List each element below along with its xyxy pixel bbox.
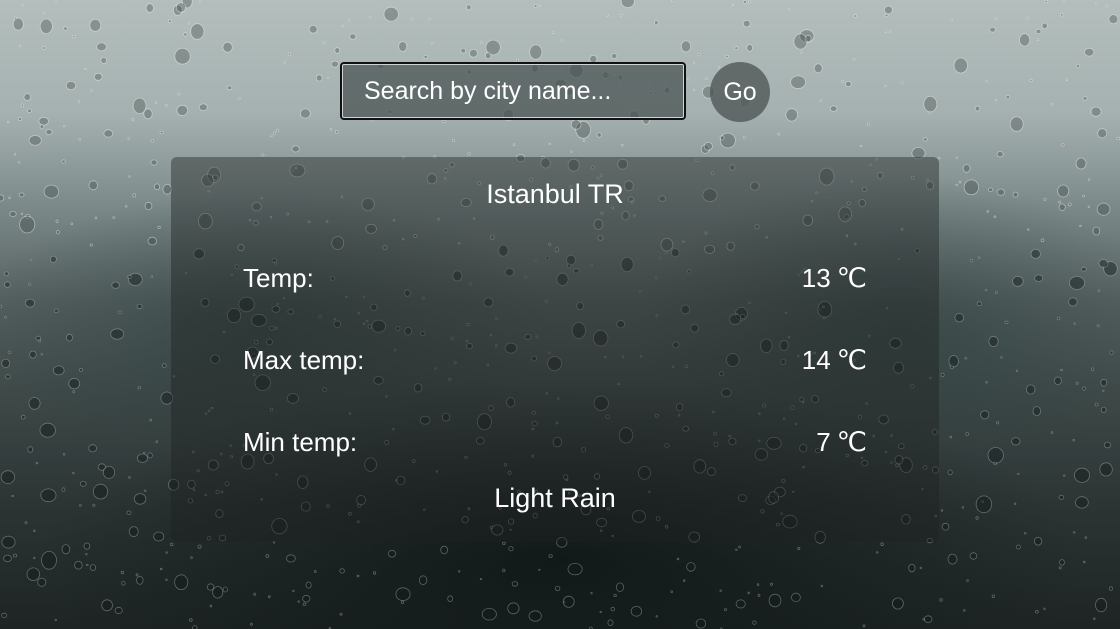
max-temp-unit: ℃ (836, 344, 867, 375)
max-temp-row: Max temp: 14 ℃ (243, 340, 867, 380)
min-temp-unit: ℃ (836, 426, 867, 457)
min-temp-value-group: 7 ℃ (816, 427, 867, 458)
min-temp-label: Min temp: (243, 426, 358, 457)
temp-unit: ℃ (836, 262, 867, 293)
max-temp-value: 14 (801, 344, 831, 375)
weather-card: Istanbul TR Temp: 13 ℃ Max temp: 14 ℃ Mi… (171, 157, 939, 542)
search-bar: Go (340, 62, 770, 124)
temp-label: Temp: (243, 262, 314, 293)
search-input[interactable] (340, 62, 686, 120)
go-button[interactable]: Go (710, 62, 770, 122)
temp-value: 13 (801, 262, 831, 293)
temp-value-group: 13 ℃ (802, 263, 867, 294)
min-temp-value: 7 (816, 426, 831, 457)
city-name: Istanbul TR (486, 179, 624, 209)
max-temp-value-group: 14 ℃ (802, 345, 867, 376)
weather-description: Light Rain (494, 483, 616, 513)
max-temp-label: Max temp: (243, 344, 365, 375)
min-temp-row: Min temp: 7 ℃ (243, 422, 867, 462)
temp-row: Temp: 13 ℃ (243, 258, 867, 298)
